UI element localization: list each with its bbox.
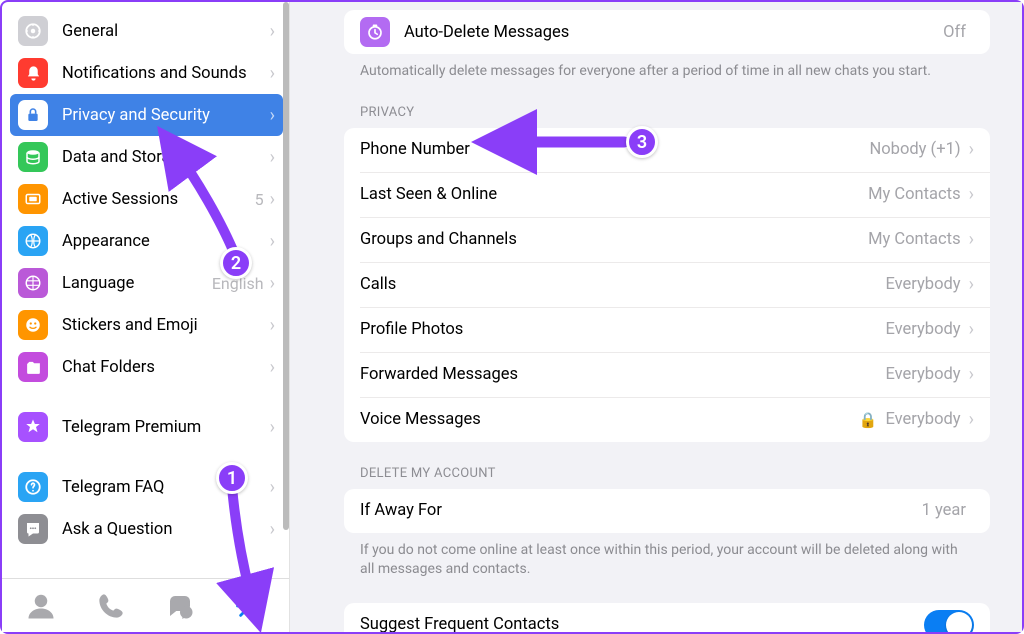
chevron-right-icon: › bbox=[270, 231, 275, 252]
privacy-row-last-seen-online[interactable]: Last Seen & OnlineMy Contacts › bbox=[344, 173, 990, 217]
auto-delete-label: Auto-Delete Messages bbox=[404, 23, 943, 42]
if-away-for-label: If Away For bbox=[360, 501, 922, 520]
chevron-right-icon: › bbox=[969, 139, 974, 160]
auto-delete-card: Auto-Delete Messages Off bbox=[344, 10, 990, 54]
sidebar-icon bbox=[18, 16, 48, 46]
auto-delete-row[interactable]: Auto-Delete Messages Off bbox=[344, 10, 990, 54]
step-marker-1: 1 bbox=[216, 462, 248, 494]
sidebar-item-chat-folders[interactable]: Chat Folders› bbox=[10, 346, 283, 388]
auto-delete-footer: Automatically delete messages for everyo… bbox=[360, 62, 974, 81]
step-marker-3: 3 bbox=[626, 126, 658, 158]
annotation-arrow-3 bbox=[496, 127, 636, 157]
if-away-for-row[interactable]: If Away For 1 year bbox=[344, 489, 990, 533]
chevron-right-icon: › bbox=[969, 364, 974, 385]
annotation-arrow-1 bbox=[227, 482, 277, 612]
chevron-right-icon: › bbox=[270, 417, 275, 438]
sidebar-label: Stickers and Emoji bbox=[62, 316, 270, 335]
sidebar-icon bbox=[18, 226, 48, 256]
privacy-label: Groups and Channels bbox=[360, 230, 868, 249]
lock-icon: 🔒 bbox=[859, 411, 878, 429]
sidebar-label: General bbox=[62, 22, 270, 41]
sidebar-label: Telegram Premium bbox=[62, 418, 270, 437]
chevron-right-icon: › bbox=[270, 105, 275, 126]
privacy-row-calls[interactable]: CallsEverybody › bbox=[344, 263, 990, 307]
privacy-row-voice-messages[interactable]: Voice Messages🔒 Everybody › bbox=[344, 398, 990, 442]
sidebar-icon bbox=[18, 142, 48, 172]
suggest-contacts-toggle[interactable] bbox=[924, 610, 974, 632]
privacy-row-forwarded-messages[interactable]: Forwarded MessagesEverybody › bbox=[344, 353, 990, 397]
chevron-right-icon: › bbox=[969, 229, 974, 250]
chevron-right-icon: › bbox=[270, 147, 275, 168]
chevron-right-icon: › bbox=[270, 63, 275, 84]
privacy-label: Profile Photos bbox=[360, 320, 885, 339]
delete-account-card: If Away For 1 year bbox=[344, 489, 990, 533]
calls-tab-icon[interactable] bbox=[91, 586, 131, 626]
chevron-right-icon: › bbox=[270, 315, 275, 336]
chats-tab-icon[interactable] bbox=[160, 586, 200, 626]
auto-delete-value: Off bbox=[943, 23, 966, 42]
delete-account-footer: If you do not come online at least once … bbox=[360, 541, 974, 579]
sidebar-icon bbox=[18, 100, 48, 130]
sidebar-label: Notifications and Sounds bbox=[62, 64, 270, 83]
sidebar-item-notifications-and-sounds[interactable]: Notifications and Sounds› bbox=[10, 52, 283, 94]
privacy-card: Phone NumberNobody (+1)›Last Seen & Onli… bbox=[344, 128, 990, 442]
sidebar-item-general[interactable]: General› bbox=[10, 10, 283, 52]
privacy-value: Everybody bbox=[885, 275, 960, 294]
privacy-row-groups-and-channels[interactable]: Groups and ChannelsMy Contacts › bbox=[344, 218, 990, 262]
sidebar-scrollbar[interactable] bbox=[283, 2, 289, 530]
suggest-contacts-card: Suggest Frequent Contacts bbox=[344, 603, 990, 632]
privacy-value: Everybody bbox=[885, 320, 960, 339]
sidebar-icon bbox=[18, 514, 48, 544]
chevron-right-icon: › bbox=[969, 409, 974, 430]
sidebar-icon bbox=[18, 310, 48, 340]
sidebar-label: Privacy and Security bbox=[62, 106, 270, 125]
suggest-contacts-label: Suggest Frequent Contacts bbox=[360, 615, 924, 632]
privacy-section-header: Privacy bbox=[360, 105, 990, 120]
privacy-value: My Contacts bbox=[868, 185, 961, 204]
chevron-right-icon: › bbox=[270, 357, 275, 378]
sidebar-item-stickers-and-emoji[interactable]: Stickers and Emoji› bbox=[10, 304, 283, 346]
privacy-label: Forwarded Messages bbox=[360, 365, 885, 384]
if-away-for-value: 1 year bbox=[922, 501, 966, 520]
privacy-value: My Contacts bbox=[868, 230, 961, 249]
sidebar-icon bbox=[18, 184, 48, 214]
delete-account-header: Delete my account bbox=[360, 466, 990, 481]
chevron-right-icon: › bbox=[270, 273, 275, 294]
chevron-right-icon: › bbox=[969, 319, 974, 340]
privacy-row-phone-number[interactable]: Phone NumberNobody (+1)› bbox=[344, 128, 990, 172]
privacy-value: Everybody bbox=[885, 410, 960, 429]
sidebar-item-telegram-premium[interactable]: Telegram Premium› bbox=[10, 406, 283, 448]
privacy-row-profile-photos[interactable]: Profile PhotosEverybody › bbox=[344, 308, 990, 352]
privacy-label: Last Seen & Online bbox=[360, 185, 868, 204]
contacts-tab-icon[interactable] bbox=[21, 586, 61, 626]
sidebar-icon bbox=[18, 472, 48, 502]
sidebar-item-privacy-and-security[interactable]: Privacy and Security› bbox=[10, 94, 283, 136]
suggest-contacts-row[interactable]: Suggest Frequent Contacts bbox=[344, 603, 990, 632]
privacy-label: Voice Messages bbox=[360, 410, 859, 429]
chevron-right-icon: › bbox=[270, 189, 275, 210]
privacy-value: Everybody bbox=[885, 365, 960, 384]
sidebar-icon bbox=[18, 412, 48, 442]
step-marker-2: 2 bbox=[220, 247, 252, 279]
sidebar-icon bbox=[18, 58, 48, 88]
sidebar-icon bbox=[18, 268, 48, 298]
chevron-right-icon: › bbox=[270, 21, 275, 42]
sidebar-label: Language bbox=[62, 274, 212, 293]
chevron-right-icon: › bbox=[969, 274, 974, 295]
privacy-label: Calls bbox=[360, 275, 885, 294]
privacy-value: Nobody (+1) bbox=[870, 140, 961, 159]
sidebar-label: Chat Folders bbox=[62, 358, 270, 377]
sidebar-icon bbox=[18, 352, 48, 382]
timer-icon bbox=[360, 17, 390, 47]
chevron-right-icon: › bbox=[969, 184, 974, 205]
settings-main-panel[interactable]: Auto-Delete Messages Off Automatically d… bbox=[290, 2, 1022, 632]
